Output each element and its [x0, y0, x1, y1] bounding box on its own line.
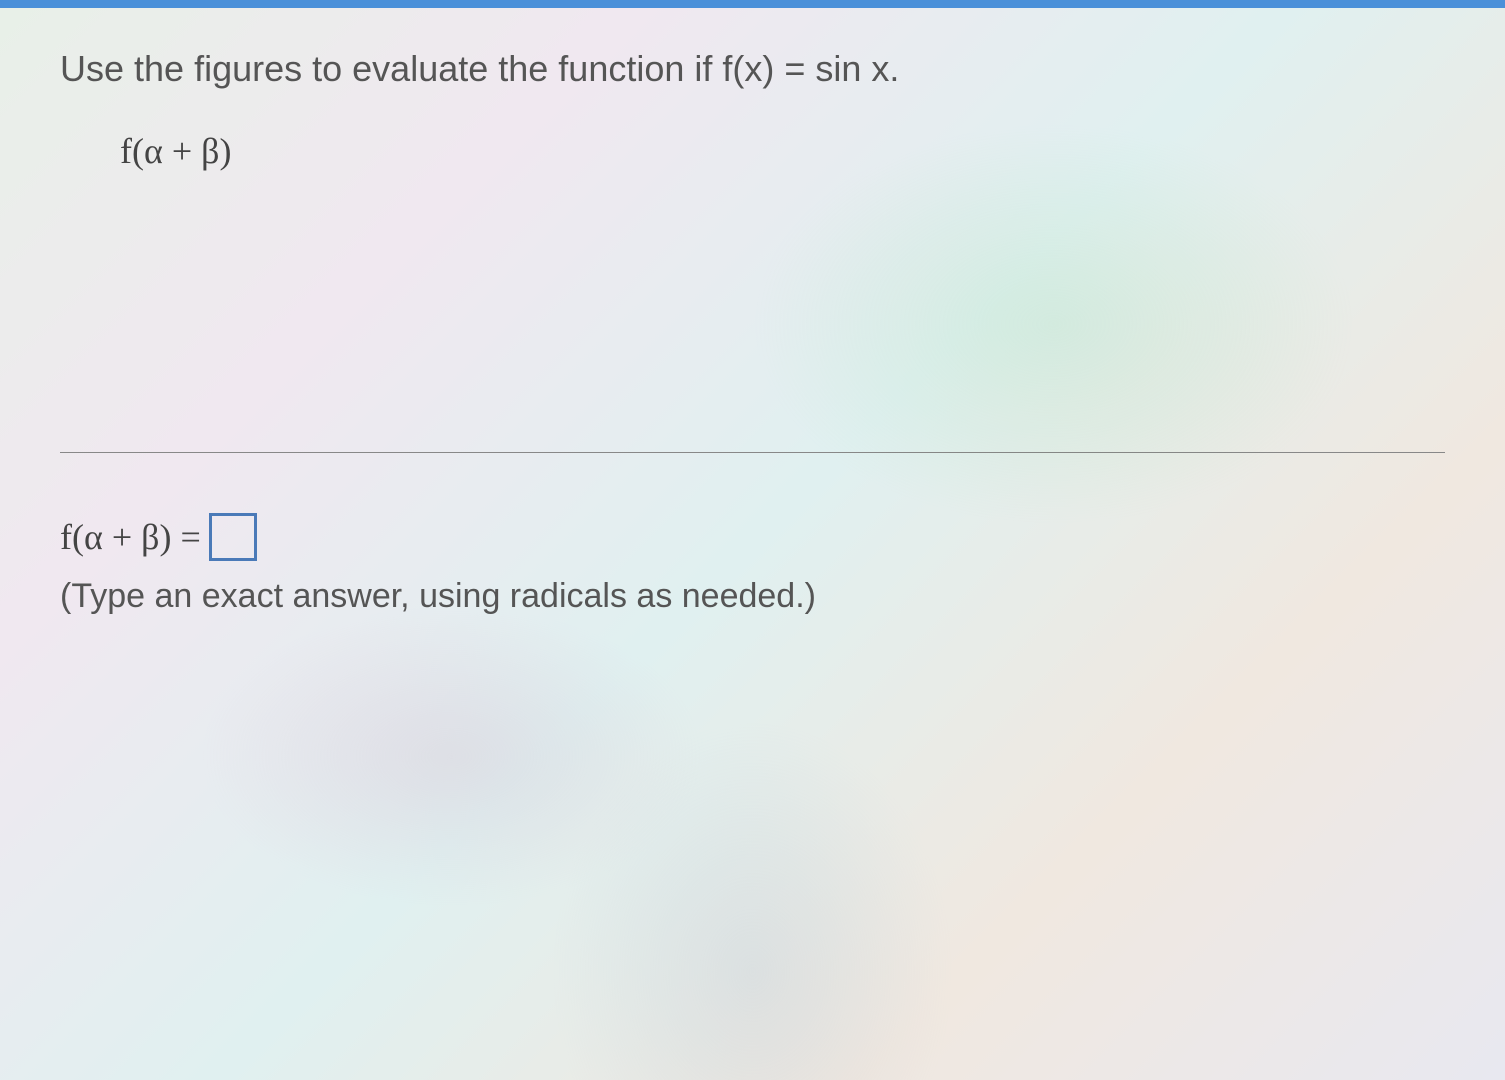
- answer-line: f(α + β) =: [60, 513, 1445, 561]
- answer-input[interactable]: [209, 513, 257, 561]
- question-expression: f(α + β): [120, 130, 1445, 172]
- top-accent-bar: [0, 0, 1505, 8]
- section-divider: [60, 452, 1445, 453]
- question-content: Use the figures to evaluate the function…: [0, 8, 1505, 656]
- answer-hint: (Type an exact answer, using radicals as…: [60, 577, 1445, 616]
- answer-lhs: f(α + β) =: [60, 516, 201, 558]
- answer-section: f(α + β) = (Type an exact answer, using …: [60, 513, 1445, 616]
- question-prompt: Use the figures to evaluate the function…: [60, 48, 1445, 90]
